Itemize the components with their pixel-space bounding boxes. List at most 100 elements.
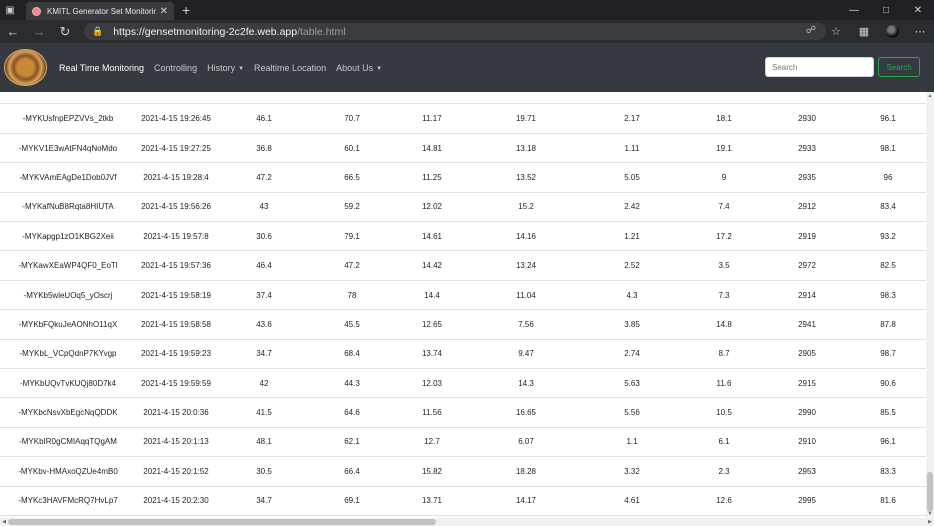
nav-real-time-monitoring[interactable]: Real Time Monitoring — [59, 63, 144, 73]
cell-value-2: 66.5 — [312, 162, 392, 193]
table-row: -MYKbFQkuJeAONhO11qX 2021-4-15 19:58:58 43… — [0, 309, 926, 340]
cell-value-7: 2905 — [764, 339, 850, 370]
cell-value-8: 98.7 — [850, 339, 926, 370]
favorites-icon[interactable]: ☆ — [822, 25, 850, 38]
cell-value-1: 41.5 — [216, 397, 312, 428]
cell-value-3: 11.56 — [392, 397, 472, 428]
new-tab-icon[interactable]: + — [182, 3, 190, 17]
back-icon[interactable]: ← — [0, 20, 26, 43]
cell-value-4: 13.18 — [472, 133, 580, 164]
cell-value-3: 12.65 — [392, 309, 472, 340]
forward-icon[interactable]: → — [26, 20, 52, 43]
cell-value-7: 2972 — [764, 250, 850, 281]
cell-value-3: 13.71 — [392, 486, 472, 516]
cell-value-7: 2914 — [764, 280, 850, 311]
horizontal-scroll-thumb[interactable] — [8, 519, 436, 525]
data-table-container: -MYKUsfnpEPZVVs_2tkb 2021-4-15 19:26:45 46… — [0, 92, 926, 518]
lock-icon[interactable]: 🔒 — [92, 26, 103, 37]
close-window-icon[interactable]: ✕ — [902, 0, 934, 20]
cell-value-3: 12.03 — [392, 368, 472, 399]
cell-value-7: 2910 — [764, 427, 850, 458]
cell-record-id: -MYKV1E3wAtFN4qNoMdo — [0, 133, 136, 164]
cell-record-id: -MYKbcNsvXbEgcNqQDDK — [0, 397, 136, 428]
cell-value-3: 14.42 — [392, 250, 472, 281]
search-input[interactable] — [765, 57, 874, 77]
table-row: -MYKbv-HMAxoQZUe4mB0 2021-4-15 20:1:52 30.… — [0, 456, 926, 487]
cell-value-4: 15.2 — [472, 192, 580, 223]
vertical-scroll-thumb[interactable] — [927, 472, 933, 512]
cell-value-6: 14.8 — [684, 309, 764, 340]
scroll-left-icon[interactable]: ◀ — [0, 518, 8, 526]
cell-value-8: 96.1 — [850, 427, 926, 458]
cell-value-8: 96 — [850, 162, 926, 193]
cell-value-4: 19.71 — [472, 104, 580, 134]
cell-value-5: 5.05 — [580, 162, 684, 193]
window-menu-icon[interactable]: ▣ — [0, 0, 20, 20]
cell-value-5: 2.52 — [580, 250, 684, 281]
cell-timestamp: 2021-4-15 20:0:36 — [136, 397, 216, 428]
minimize-icon[interactable]: — — [838, 0, 870, 20]
search-button[interactable]: Search — [878, 57, 920, 77]
collections-icon[interactable]: ▦ — [850, 25, 878, 38]
scroll-down-icon[interactable]: ▼ — [926, 510, 934, 518]
table-row: -MYKapgp1zO1KBG2Xeii 2021-4-15 19:57:8 30.… — [0, 221, 926, 252]
cell-value-3: 14.61 — [392, 221, 472, 252]
cell-value-6: 10.5 — [684, 397, 764, 428]
cell-value-1: 30.5 — [216, 456, 312, 487]
cell-timestamp: 2021-4-15 19:28:4 — [136, 162, 216, 193]
horizontal-scrollbar[interactable]: ◀ ▶ — [0, 518, 934, 526]
cell-value-6: 11.6 — [684, 368, 764, 399]
more-menu-icon[interactable]: ⋯ — [906, 25, 934, 38]
scroll-right-icon[interactable]: ▶ — [926, 518, 934, 526]
cell-value-5: 2.74 — [580, 339, 684, 370]
cell-value-5: 2.17 — [580, 104, 684, 134]
cell-value-8: 83.4 — [850, 192, 926, 223]
browser-tab-bar: ▣ KMITL Generator Set Monitoring ✕ + — □… — [0, 0, 934, 20]
cell-value-5: 1.1 — [580, 427, 684, 458]
cell-value-7: 2990 — [764, 397, 850, 428]
reload-icon[interactable]: ↻ — [52, 20, 78, 43]
window-controls: — □ ✕ — [838, 0, 934, 20]
cell-value-8: 85.5 — [850, 397, 926, 428]
nav-realtime-location[interactable]: Realtime Location — [254, 63, 326, 73]
cell-value-4: 6.07 — [472, 427, 580, 458]
browser-tab[interactable]: KMITL Generator Set Monitoring ✕ — [26, 2, 174, 20]
cell-record-id: -MYKUsfnpEPZVVs_2tkb — [0, 104, 136, 134]
table-row: -MYKc3HAVFMcRQ7HvLp7 2021-4-15 20:2:30 34.… — [0, 486, 926, 516]
nav-history[interactable]: History ▼ — [207, 63, 244, 73]
cell-timestamp: 2021-4-15 19:56:26 — [136, 192, 216, 223]
cell-timestamp: 2021-4-15 20:1:52 — [136, 456, 216, 487]
scroll-up-icon[interactable]: ▲ — [926, 92, 934, 100]
cell-timestamp: 2021-4-15 19:57:8 — [136, 221, 216, 252]
cell-value-3: 11.25 — [392, 162, 472, 193]
cell-value-3: 14.81 — [392, 133, 472, 164]
maximize-icon[interactable]: □ — [870, 0, 902, 20]
cell-value-1: 36.8 — [216, 133, 312, 164]
profile-avatar[interactable] — [878, 25, 906, 38]
cell-value-3: 11.17 — [392, 104, 472, 134]
cell-value-5: 2.42 — [580, 192, 684, 223]
cell-value-2: 47.2 — [312, 250, 392, 281]
nav-controlling[interactable]: Controlling — [154, 63, 197, 73]
cell-value-4: 13.52 — [472, 162, 580, 193]
url-host: https://gensetmonitoring-2c2fe.web.app — [113, 25, 298, 38]
table-row: -MYKawXEaWP4QF0_EoTl 2021-4-15 19:57:36 46… — [0, 250, 926, 281]
cell-value-2: 78 — [312, 280, 392, 311]
kmitl-logo[interactable] — [4, 49, 47, 86]
cell-value-2: 62.1 — [312, 427, 392, 458]
nav-about-us[interactable]: About Us ▼ — [336, 63, 382, 73]
cell-timestamp: 2021-4-15 19:57:36 — [136, 250, 216, 281]
read-aloud-icon[interactable]: ☍ — [806, 25, 816, 36]
cell-value-6: 7.4 — [684, 192, 764, 223]
chevron-down-icon: ▼ — [238, 65, 245, 72]
cell-value-8: 82.5 — [850, 250, 926, 281]
cell-value-2: 66.4 — [312, 456, 392, 487]
close-tab-icon[interactable]: ✕ — [160, 6, 168, 17]
cell-value-7: 2919 — [764, 221, 850, 252]
address-field[interactable]: 🔒 https://gensetmonitoring-2c2fe.web.app… — [84, 23, 826, 40]
cell-value-4: 14.17 — [472, 486, 580, 516]
cell-value-2: 45.5 — [312, 309, 392, 340]
cell-timestamp: 2021-4-15 19:59:59 — [136, 368, 216, 399]
vertical-scrollbar[interactable]: ▲ ▼ — [926, 92, 934, 518]
cell-value-1: 43.6 — [216, 309, 312, 340]
